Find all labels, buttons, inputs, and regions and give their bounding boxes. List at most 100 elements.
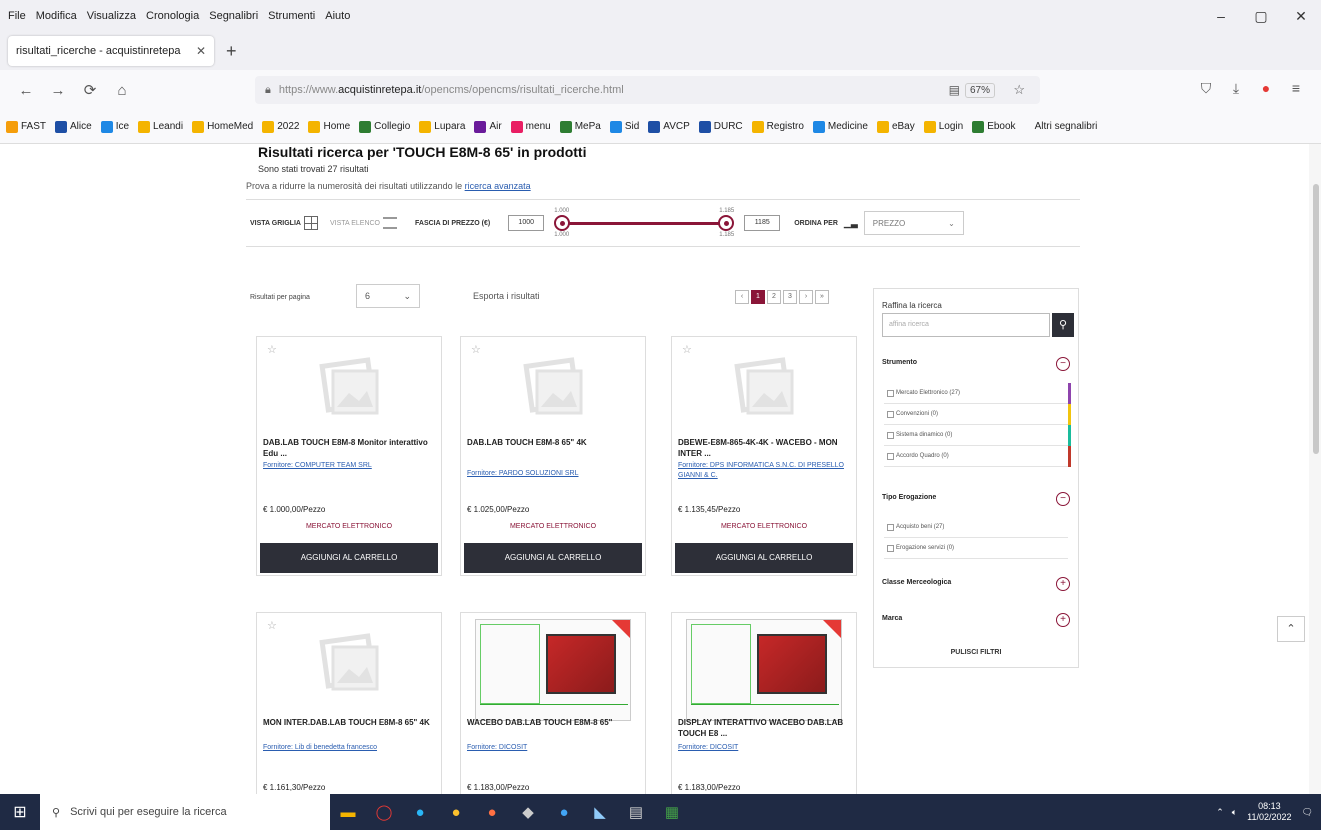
calculator-icon[interactable]: ▤: [618, 803, 654, 821]
collapse-icon[interactable]: −: [1056, 357, 1070, 371]
minimize-button[interactable]: –: [1201, 8, 1241, 24]
bookmark-item[interactable]: AVCP: [648, 120, 690, 133]
bookmark-item[interactable]: Collegio: [359, 120, 410, 133]
reload-button[interactable]: ⟳: [76, 81, 104, 99]
new-tab-button[interactable]: +: [226, 41, 237, 62]
page-scrollbar[interactable]: [1309, 144, 1321, 794]
bookmark-item[interactable]: Ice: [100, 120, 129, 133]
office-icon[interactable]: ◯: [366, 803, 402, 821]
windows-start-icon[interactable]: ⊞: [0, 802, 40, 822]
add-to-cart-button[interactable]: AGGIUNGI AL CARRELLO: [260, 543, 438, 573]
bookmark-item[interactable]: Alice: [55, 120, 92, 133]
menu-strumenti[interactable]: Strumenti: [268, 10, 315, 22]
hamburger-menu-icon[interactable]: ≡: [1281, 80, 1311, 97]
product-title[interactable]: DAB.LAB TOUCH E8M-8 Monitor interattivo …: [263, 437, 433, 459]
product-supplier[interactable]: Fornitore: PARDO SOLUZIONI SRL: [467, 469, 637, 479]
speaker-icon[interactable]: 🔈︎: [1232, 807, 1237, 818]
filter-option[interactable]: Accordo Quadro (0): [884, 446, 1068, 467]
app-icon[interactable]: ◣: [582, 803, 618, 821]
menu-modifica[interactable]: Modifica: [36, 10, 77, 22]
pager-page-3[interactable]: 3: [783, 290, 797, 304]
download-icon[interactable]: ⤓: [1221, 80, 1251, 97]
menu-segnalibri[interactable]: Segnalibri: [209, 10, 258, 22]
product-supplier[interactable]: Fornitore: DICOSIT: [678, 743, 848, 753]
bookmark-item[interactable]: Air: [474, 120, 502, 133]
bookmark-item[interactable]: Home: [308, 120, 350, 133]
back-to-top-button[interactable]: ⌃: [1277, 616, 1305, 642]
bookmark-item[interactable]: 2022: [262, 120, 299, 133]
slider-min-handle[interactable]: [554, 215, 571, 231]
pager-prev[interactable]: ‹: [735, 290, 749, 304]
product-title[interactable]: WACEBO DAB.LAB TOUCH E8M-8 65": [467, 717, 637, 728]
bookmark-item[interactable]: Leandi: [138, 120, 183, 133]
maximize-button[interactable]: ▢: [1241, 8, 1281, 25]
product-title[interactable]: DISPLAY INTERATTIVO WACEBO DAB.LAB TOUCH…: [678, 717, 848, 739]
app-icon[interactable]: ◆: [510, 803, 546, 821]
filter-option[interactable]: Convenzioni (0): [884, 404, 1068, 425]
sort-select[interactable]: PREZZO ⌄: [863, 211, 964, 235]
notifications-icon[interactable]: 🗨︎: [1302, 807, 1313, 818]
extension-icon[interactable]: ●: [1251, 80, 1281, 97]
price-slider[interactable]: 1.000 1.185 1.000 1.185: [554, 208, 735, 238]
favorite-star-icon[interactable]: ☆: [267, 343, 277, 356]
pager-page-2[interactable]: 2: [767, 290, 781, 304]
bookmark-item[interactable]: Sid: [609, 120, 639, 133]
reader-view-icon[interactable]: ▤: [949, 83, 960, 97]
zoom-level[interactable]: 67%: [964, 82, 995, 98]
product-title[interactable]: MON INTER.DAB.LAB TOUCH E8M-8 65" 4K: [263, 717, 433, 728]
bookmark-item[interactable]: menu: [510, 120, 551, 133]
bookmark-item[interactable]: FAST: [6, 120, 46, 133]
tray-chevron-icon[interactable]: ⌃: [1216, 807, 1224, 818]
file-explorer-icon[interactable]: ▬: [330, 804, 366, 821]
clear-filters-button[interactable]: PULISCI FILTRI: [874, 649, 1078, 656]
favorite-star-icon[interactable]: ☆: [267, 619, 277, 632]
grid-view-toggle[interactable]: VISTA GRIGLIA: [250, 216, 318, 230]
product-supplier[interactable]: Fornitore: DPS INFORMATICA S.N.C. DI PRE…: [678, 461, 848, 481]
expand-icon[interactable]: +: [1056, 577, 1070, 591]
bookmark-item[interactable]: HomeMed: [192, 120, 253, 133]
bookmark-item[interactable]: Ebook: [972, 120, 1016, 133]
chrome-icon[interactable]: ●: [438, 804, 474, 821]
per-page-select[interactable]: 6 ⌄: [356, 284, 420, 308]
product-title[interactable]: DAB.LAB TOUCH E8M-8 65" 4K: [467, 437, 637, 448]
refine-search-input[interactable]: affina ricerca: [882, 313, 1050, 337]
bookmark-item[interactable]: DURC: [698, 120, 743, 133]
expand-icon[interactable]: +: [1056, 613, 1070, 627]
bookmark-item[interactable]: MePa: [559, 120, 601, 133]
bookmark-item[interactable]: eBay: [876, 120, 915, 133]
filter-option[interactable]: Sistema dinamico (0): [884, 425, 1068, 446]
bookmark-item[interactable]: Login: [923, 120, 963, 133]
slider-max-handle[interactable]: [718, 215, 735, 231]
pager-last[interactable]: »: [815, 290, 829, 304]
favorite-star-icon[interactable]: ☆: [471, 343, 481, 356]
menu-file[interactable]: File: [8, 10, 26, 22]
product-supplier[interactable]: Fornitore: DICOSIT: [467, 743, 637, 753]
scrollbar-thumb[interactable]: [1313, 184, 1319, 454]
forward-button[interactable]: →: [44, 82, 72, 99]
firefox-icon[interactable]: ●: [474, 804, 510, 821]
favorite-star-icon[interactable]: ☆: [682, 343, 692, 356]
close-window-button[interactable]: ✕: [1281, 8, 1321, 25]
back-button[interactable]: ←: [12, 82, 40, 99]
clock[interactable]: 08:13 11/02/2022: [1247, 801, 1291, 823]
product-supplier[interactable]: Fornitore: COMPUTER TEAM SRL: [263, 461, 433, 471]
menu-aiuto[interactable]: Aiuto: [325, 10, 350, 22]
pocket-icon[interactable]: ⛉: [1191, 80, 1221, 97]
filter-option[interactable]: Mercato Elettronico (27): [884, 383, 1068, 404]
product-title[interactable]: DBEWE-E8M-865-4K-4K - WACEBO - MON INTER…: [678, 437, 848, 459]
bookmark-star-icon[interactable]: ☆: [1013, 82, 1025, 98]
advanced-search-link[interactable]: ricerca avanzata: [465, 181, 531, 191]
browser-tab[interactable]: risultati_ricerche - acquistinretepa ✕: [8, 36, 214, 66]
product-supplier[interactable]: Fornitore: Lib di benedetta francesco: [263, 743, 433, 753]
edge-icon[interactable]: ●: [402, 804, 438, 821]
home-button[interactable]: ⌂: [108, 82, 136, 99]
price-max-input[interactable]: 1185: [744, 215, 781, 231]
bookmark-item[interactable]: Registro: [751, 120, 804, 133]
excel-icon[interactable]: ▦: [654, 803, 690, 821]
menu-visualizza[interactable]: Visualizza: [87, 10, 136, 22]
collapse-icon[interactable]: −: [1056, 492, 1070, 506]
price-min-input[interactable]: 1000: [508, 215, 545, 231]
filter-option[interactable]: Acquisto beni (27): [884, 517, 1068, 538]
close-tab-icon[interactable]: ✕: [196, 44, 206, 58]
list-view-toggle[interactable]: VISTA ELENCO: [330, 217, 398, 229]
